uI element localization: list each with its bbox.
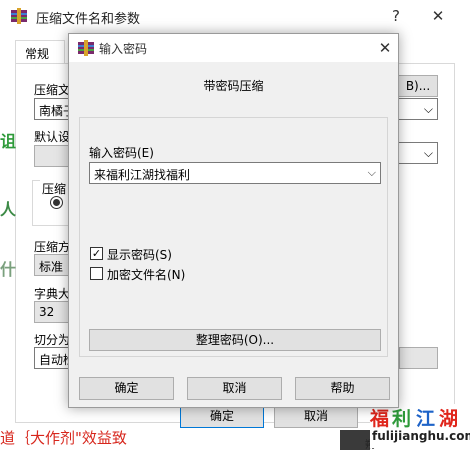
help-icon[interactable]: ? <box>384 6 408 26</box>
organize-passwords-button[interactable]: 整理密码(O)... <box>89 329 381 351</box>
dialog-cancel-button[interactable]: 取消 <box>187 377 282 400</box>
password-dialog: 输入密码 ✕ 带密码压缩 输入密码(E) 来福利江湖找福利 ⌵ ✓ 显示密码(S… <box>68 33 399 408</box>
dialog-ok-button[interactable]: 确定 <box>79 377 174 400</box>
close-icon[interactable]: ✕ <box>373 38 397 58</box>
watermark-char: 江 <box>416 408 437 430</box>
right-gray-field <box>399 347 438 369</box>
tab-general[interactable]: 常规 <box>15 40 65 64</box>
archive-name-label: 压缩文 <box>34 83 71 97</box>
dialog-title: 输入密码 <box>99 42 148 56</box>
dictionary-size-label: 字典大 <box>34 287 71 301</box>
encrypt-filenames-checkbox[interactable] <box>90 267 103 280</box>
password-value: 来福利江湖找福利 <box>94 168 191 182</box>
side-text-green: 诅 <box>0 132 17 151</box>
compression-method-label: 压缩方 <box>34 240 71 254</box>
watermark-logo: 福 利 江 湖 fulijianghu.com <box>370 404 470 448</box>
archive-name-dropdown[interactable]: ⌵ <box>398 98 438 120</box>
browse-button[interactable]: B)... <box>398 75 438 97</box>
dialog-title-bar: 输入密码 ✕ <box>69 34 398 62</box>
close-icon[interactable]: ✕ <box>426 6 450 26</box>
side-text-green: 什 <box>0 260 17 279</box>
default-profile-label: 默认设 <box>34 130 71 144</box>
watermark-char: 福 <box>370 408 391 430</box>
show-password-label[interactable]: 显示密码(S) <box>107 246 172 263</box>
window-title: 压缩文件名和参数 <box>36 12 141 27</box>
dialog-help-button[interactable]: 帮助 <box>295 377 390 400</box>
encrypt-filenames-label[interactable]: 加密文件名(N) <box>107 266 185 283</box>
show-password-checkbox[interactable]: ✓ <box>90 247 103 260</box>
watermark-char: 湖 <box>439 408 460 430</box>
bottom-red-text: 道｛大作剂"效益致 <box>0 429 127 447</box>
split-volumes-label: 切分为 <box>34 333 71 347</box>
dialog-heading: 带密码压缩 <box>203 79 264 93</box>
archive-format-label: 压缩 <box>40 180 69 197</box>
chevron-down-icon: ⌵ <box>423 102 433 116</box>
password-label: 输入密码(E) <box>89 146 154 160</box>
winrar-icon <box>11 8 27 24</box>
format-radio[interactable] <box>50 196 63 209</box>
watermark-url: fulijianghu.com <box>372 429 470 443</box>
update-mode-dropdown[interactable]: ⌵ <box>398 142 438 164</box>
side-text-green: 人 <box>0 200 17 219</box>
chevron-down-icon[interactable]: ⌵ <box>368 166 376 180</box>
winrar-icon <box>78 40 94 56</box>
chevron-down-icon: ⌵ <box>423 146 433 160</box>
password-input[interactable]: 来福利江湖找福利 ⌵ <box>89 162 381 184</box>
title-bar: 压缩文件名和参数 ? ✕ <box>0 0 470 32</box>
watermark-char: 利 <box>392 408 413 430</box>
